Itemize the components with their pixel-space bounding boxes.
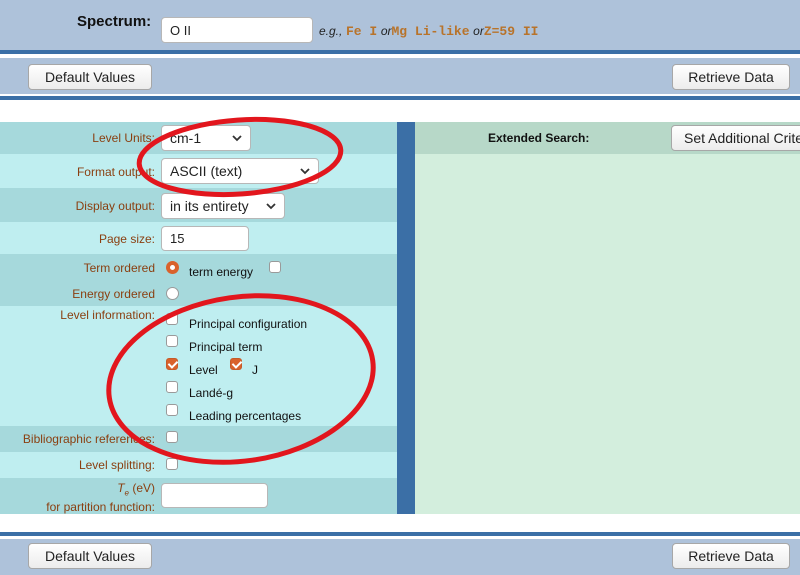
annotation-ellipse-level-info [106,293,376,465]
annotation-overlay [106,116,376,465]
annotation-ellipse-units [136,116,344,198]
